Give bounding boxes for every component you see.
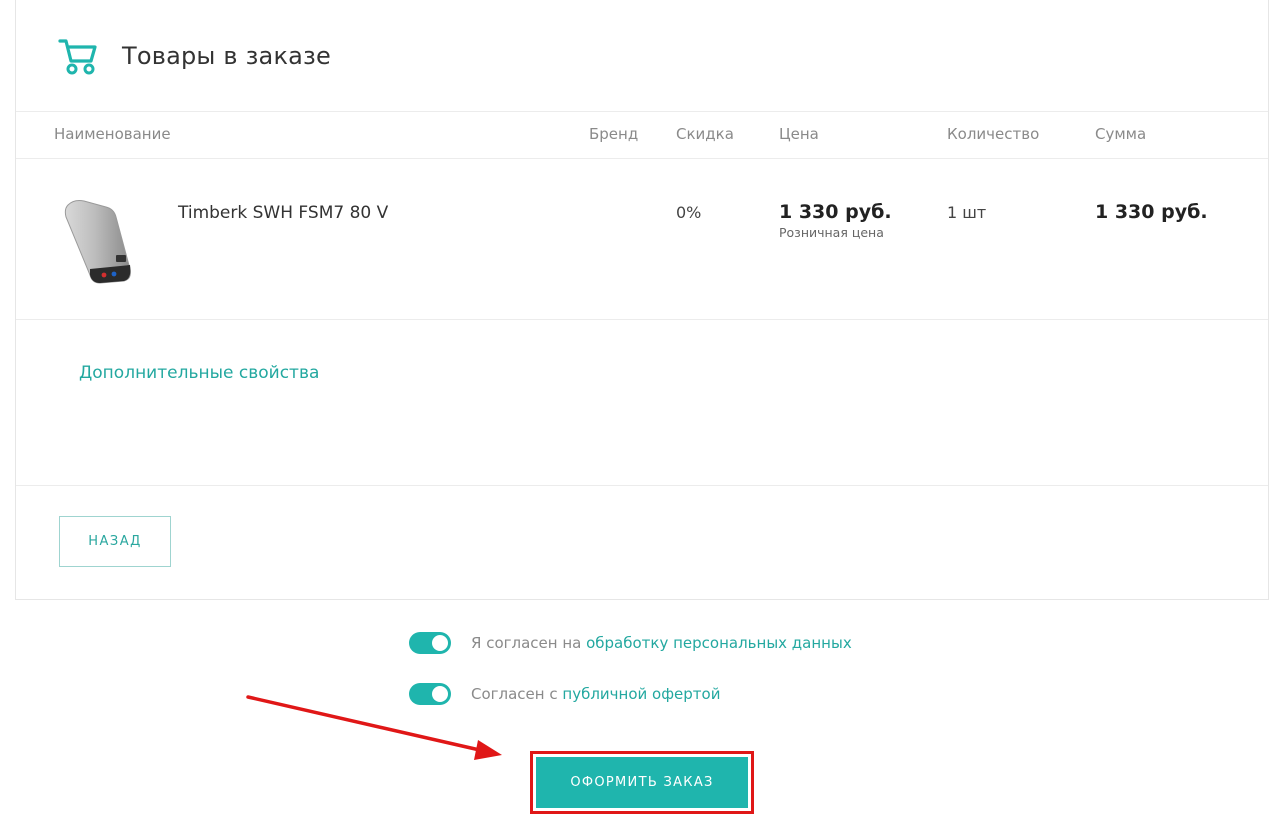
consent-prefix: Я согласен на xyxy=(471,634,587,652)
column-header-name: Наименование xyxy=(54,125,171,143)
product-quantity: 1 шт xyxy=(947,203,987,222)
consent-personal-data-label: Я согласен на обработку персональных дан… xyxy=(471,634,852,652)
product-price: 1 330 руб. xyxy=(779,201,892,223)
table-header: Наименование Бренд Скидка Цена Количеств… xyxy=(16,112,1268,159)
column-header-discount: Скидка xyxy=(676,125,734,143)
product-image[interactable] xyxy=(60,199,136,287)
product-sum: 1 330 руб. xyxy=(1095,201,1208,223)
column-header-price: Цена xyxy=(779,125,819,143)
extra-properties-link[interactable]: Дополнительные свойства xyxy=(79,363,319,383)
back-button[interactable]: НАЗАД xyxy=(59,516,171,567)
toggle-knob xyxy=(432,686,448,702)
panel-header: Товары в заказе xyxy=(16,0,1268,112)
product-name[interactable]: Timberk SWH FSM7 80 V xyxy=(178,203,388,223)
column-header-sum: Сумма xyxy=(1095,125,1147,143)
consent-prefix: Согласен с xyxy=(471,685,563,703)
table-row: Timberk SWH FSM7 80 V 0% 1 330 руб. Розн… xyxy=(16,159,1268,320)
place-order-button[interactable]: ОФОРМИТЬ ЗАКАЗ xyxy=(536,757,748,808)
public-offer-link[interactable]: публичной офертой xyxy=(562,685,720,703)
order-items-panel: Товары в заказе Наименование Бренд Скидк… xyxy=(15,0,1269,600)
product-discount: 0% xyxy=(676,203,702,222)
shopping-cart-icon xyxy=(58,39,97,75)
extra-properties-section: Дополнительные свойства xyxy=(16,320,1268,486)
toggle-knob xyxy=(432,635,448,651)
price-type-label: Розничная цена xyxy=(779,225,884,240)
consent-personal-data: Я согласен на обработку персональных дан… xyxy=(409,632,852,654)
column-header-brand: Бренд xyxy=(589,125,639,143)
consent-public-offer-label: Согласен с публичной офертой xyxy=(471,685,720,703)
consent-personal-data-toggle[interactable] xyxy=(409,632,451,654)
panel-title: Товары в заказе xyxy=(122,42,331,70)
column-header-quantity: Количество xyxy=(947,125,1040,143)
personal-data-link[interactable]: обработку персональных данных xyxy=(586,634,852,652)
order-button-highlight: ОФОРМИТЬ ЗАКАЗ xyxy=(530,751,754,814)
consent-public-offer-toggle[interactable] xyxy=(409,683,451,705)
consent-public-offer: Согласен с публичной офертой xyxy=(409,683,720,705)
